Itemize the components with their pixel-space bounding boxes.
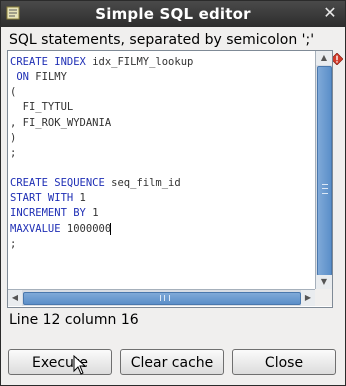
- code-line: MAXVALUE 1000000: [10, 222, 312, 237]
- sql-token: ;: [10, 237, 17, 250]
- sql-keyword: ON: [10, 71, 36, 84]
- sql-token: seq_film_id: [111, 177, 181, 190]
- sql-token: ;: [10, 146, 17, 159]
- mouse-pointer-icon: [73, 355, 87, 375]
- vertical-scroll-thumb[interactable]: [317, 66, 332, 276]
- sql-text-area[interactable]: CREATE INDEX idx_FILMY_lookup ON FILMY( …: [7, 50, 333, 308]
- scroll-up-icon[interactable]: ▲: [316, 51, 332, 65]
- horizontal-scroll-thumb[interactable]: [23, 292, 301, 305]
- window-title: Simple SQL editor: [95, 5, 251, 23]
- close-button[interactable]: Close: [232, 349, 336, 375]
- sql-editor-window: Simple SQL editor ✕ SQL statements, sepa…: [0, 0, 346, 386]
- sql-token: 1000000: [66, 222, 112, 235]
- cursor-position-status: Line 12 column 16: [9, 312, 139, 328]
- sql-token: 1: [92, 207, 99, 220]
- sql-keyword: CREATE INDEX: [10, 56, 93, 68]
- code-line: , FI_ROK_WYDANIA: [10, 116, 312, 131]
- title-bar[interactable]: Simple SQL editor ✕: [1, 1, 345, 27]
- text-caret: [110, 222, 112, 235]
- sql-token: FILMY: [35, 71, 67, 84]
- sql-keyword: MAXVALUE: [10, 222, 67, 235]
- close-window-icon[interactable]: ✕: [321, 4, 339, 22]
- code-line: (: [10, 85, 312, 100]
- code-line: ON FILMY: [10, 70, 312, 85]
- code-line: START WITH 1: [10, 191, 312, 206]
- grip-icon: [322, 184, 328, 194]
- scroll-right-icon[interactable]: ▶: [301, 290, 315, 306]
- sql-keyword: START WITH: [10, 192, 80, 205]
- code-line: ): [10, 131, 312, 146]
- sql-keyword: INCREMENT BY: [10, 207, 93, 220]
- scroll-left-icon[interactable]: ◀: [8, 290, 22, 306]
- horizontal-scrollbar[interactable]: ◀ ▶: [8, 289, 315, 306]
- sql-token: idx_FILMY_lookup: [92, 56, 194, 68]
- vertical-scrollbar[interactable]: ▲ ▼: [315, 51, 332, 289]
- code-line: CREATE SEQUENCE seq_film_id: [10, 176, 312, 191]
- clear-cache-button[interactable]: Clear cache: [120, 349, 224, 375]
- editor-caption: SQL statements, separated by semicolon '…: [9, 32, 315, 48]
- scroll-corner: [315, 289, 332, 306]
- sql-keyword: CREATE SEQUENCE: [10, 177, 112, 190]
- code-line: INCREMENT BY 1: [10, 206, 312, 221]
- sql-token: ): [10, 131, 17, 144]
- sql-token: 1: [79, 192, 86, 205]
- scroll-down-icon[interactable]: ▼: [316, 275, 332, 289]
- code-line: ;: [10, 237, 312, 252]
- sql-token: (: [10, 86, 17, 99]
- grip-icon: [160, 295, 170, 301]
- sql-token: FI_TYTUL: [10, 101, 74, 114]
- code-line: CREATE INDEX idx_FILMY_lookup: [10, 55, 312, 70]
- sql-code[interactable]: CREATE INDEX idx_FILMY_lookup ON FILMY( …: [10, 55, 312, 291]
- code-line: FI_TYTUL: [10, 100, 312, 115]
- sql-token: , FI_ROK_WYDANIA: [10, 116, 112, 129]
- code-line: ;: [10, 146, 312, 161]
- execute-button[interactable]: Execute: [8, 349, 112, 375]
